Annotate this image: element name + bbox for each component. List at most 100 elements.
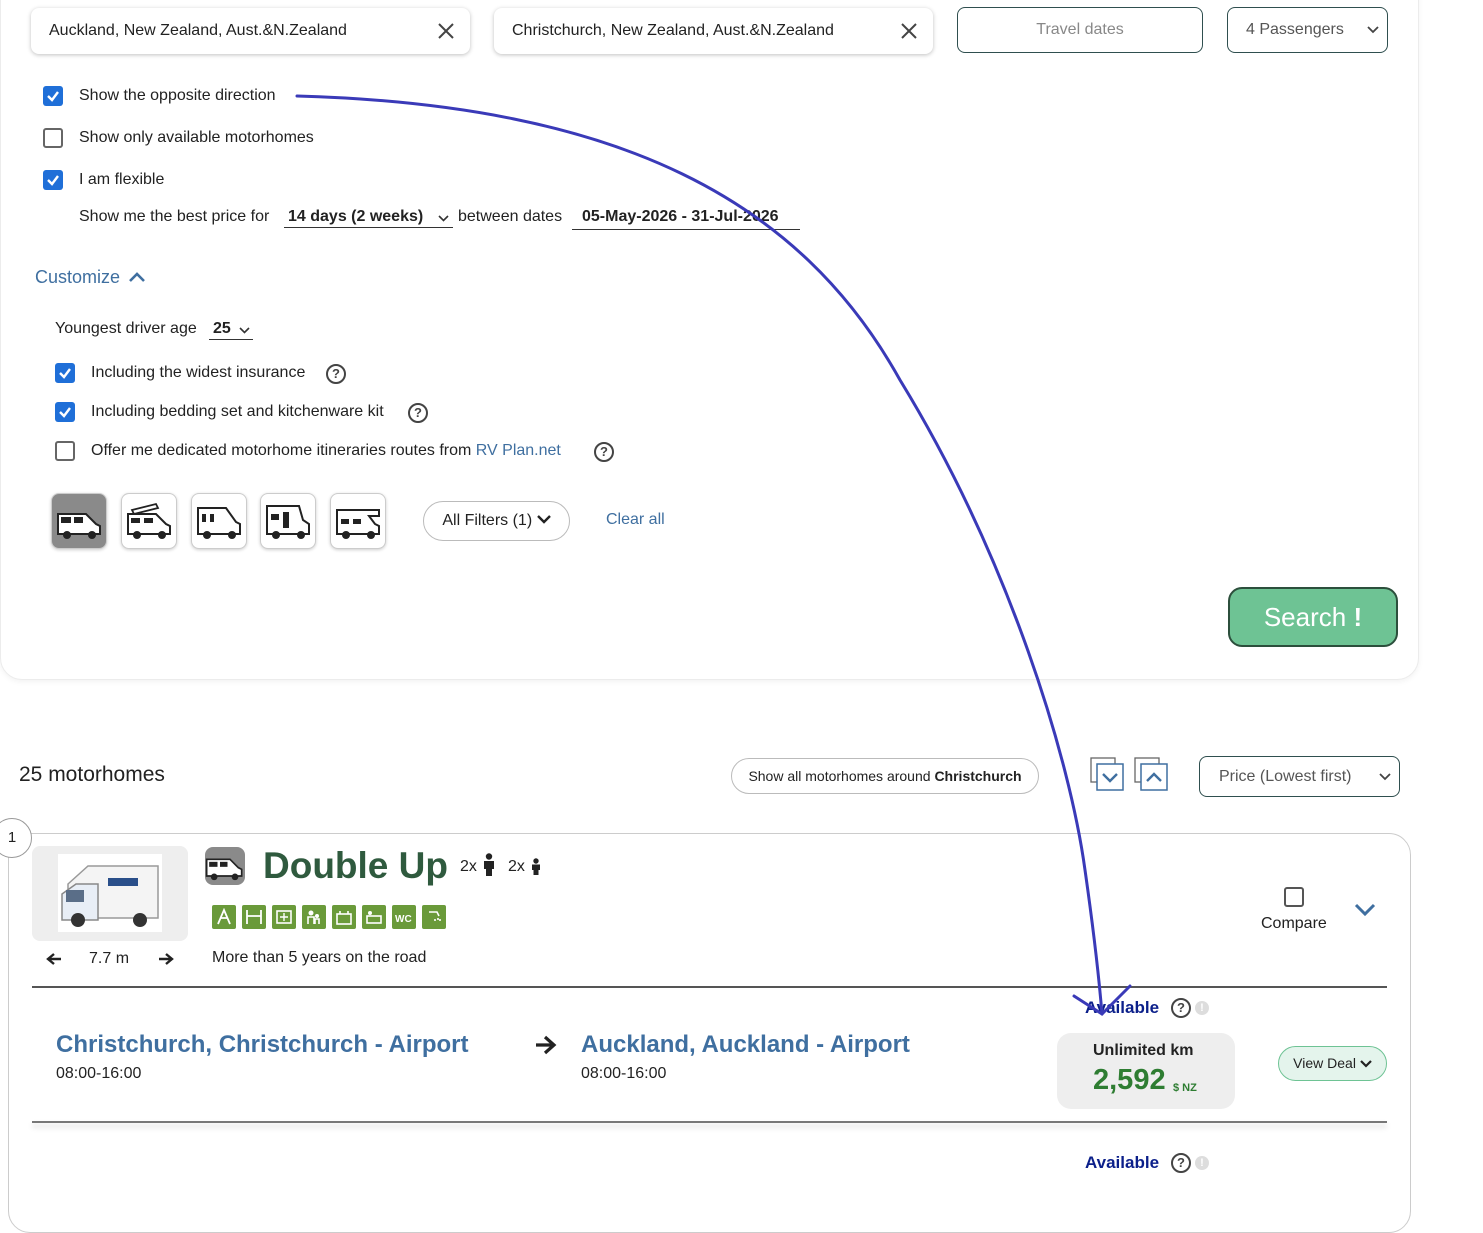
card-divider [32, 1121, 1387, 1123]
availability-label: Available [1085, 998, 1160, 1017]
route-arrow-icon [536, 1035, 557, 1055]
toilet-amenity-icon: WC [392, 905, 416, 929]
dropoff-hours: 08:00-16:00 [581, 1065, 667, 1082]
vehicle-type-motorhome-button[interactable] [260, 493, 316, 549]
rank-number: 1 [7, 829, 17, 846]
chevron-down-icon [1360, 1060, 1372, 1068]
hitop-camper-icon [197, 507, 241, 539]
help-icon[interactable]: ? [408, 403, 428, 423]
sort-select[interactable]: Price (Lowest first) [1199, 756, 1400, 797]
clear-pickup-icon[interactable] [436, 21, 456, 41]
view-deal-label: View Deal [1293, 1055, 1356, 1071]
price-box[interactable]: Unlimited km 2,592 $ NZ [1057, 1033, 1235, 1109]
previous-photo-icon[interactable] [46, 952, 62, 966]
show-around-city: Christchurch [934, 768, 1022, 784]
view-deal-button[interactable]: View Deal [1278, 1046, 1387, 1081]
customize-label: Customize [35, 267, 121, 287]
chevron-up-icon [129, 272, 145, 282]
passengers-select[interactable]: 4 Passengers [1227, 7, 1388, 53]
motorhome-photo-icon [61, 865, 159, 927]
collapse-all-icon [1134, 757, 1168, 791]
itineraries-checkbox[interactable] [55, 441, 75, 461]
flexible-checkbox[interactable] [43, 170, 63, 190]
passengers-value: 4 Passengers [1246, 21, 1344, 38]
dropoff-location-input[interactable]: Christchurch, New Zealand, Aust.&N.Zeala… [494, 8, 933, 54]
expand-all-button[interactable] [1090, 757, 1124, 791]
info-icon[interactable]: ! [1195, 1001, 1209, 1015]
check-icon [59, 407, 71, 418]
seating-amenity-icon [272, 905, 296, 929]
clear-all-link[interactable]: Clear all [606, 511, 665, 529]
sort-value: Price (Lowest first) [1219, 768, 1352, 785]
campervan-icon [205, 858, 243, 881]
card-divider [32, 986, 1387, 988]
check-icon [59, 368, 71, 379]
availability-help-icon[interactable]: ? [1171, 998, 1191, 1018]
expand-card-chevron-icon[interactable] [1354, 903, 1376, 917]
duration-select[interactable]: 14 days (2 weeks) [284, 208, 453, 228]
children-count: 2x [508, 858, 525, 875]
date-range-input[interactable]: 05-May-2026 - 31-Jul-2026 [572, 208, 800, 230]
date-range-value: 05-May-2026 - 31-Jul-2026 [582, 208, 779, 225]
alcove-motorhome-icon [336, 509, 380, 539]
help-icon[interactable]: ? [326, 364, 346, 384]
rv-plan-link[interactable]: RV Plan.net [476, 442, 561, 459]
only-available-checkbox[interactable] [43, 128, 63, 148]
driver-age-value: 25 [213, 320, 231, 337]
search-button[interactable]: Search ! [1228, 587, 1398, 647]
travel-dates-input[interactable]: Travel dates [957, 7, 1203, 53]
adult-person-icon [484, 853, 494, 876]
vehicle-image-frame[interactable] [32, 846, 188, 941]
travel-dates-placeholder: Travel dates [1036, 21, 1124, 38]
compare-label: Compare [1261, 915, 1327, 932]
vehicle-name: Double Up [263, 845, 448, 886]
vehicle-type-badge [205, 847, 245, 885]
family-amenity-icon [302, 905, 326, 929]
vehicle-type-hitop-button[interactable] [191, 493, 247, 549]
next-photo-icon[interactable] [158, 952, 174, 966]
svg-text:WC: WC [395, 914, 412, 925]
best-price-label: Show me the best price for [79, 208, 270, 225]
bedding-kit-checkbox[interactable] [55, 402, 75, 422]
manual-transmission-amenity-icon [242, 905, 266, 929]
bedding-amenity-icon [362, 905, 386, 929]
chevron-down-icon [239, 327, 250, 334]
vehicle-length: 7.7 m [89, 950, 130, 967]
search-button-label: Search [1263, 602, 1347, 632]
availability-help-icon[interactable]: ? [1171, 1153, 1191, 1173]
customize-toggle[interactable]: Customize [35, 267, 145, 288]
flexible-label: I am flexible [79, 171, 165, 188]
vehicle-type-alcove-button[interactable] [330, 493, 386, 549]
collapse-all-button[interactable] [1134, 757, 1168, 791]
dropoff-place[interactable]: Auckland, Auckland - Airport [581, 1031, 910, 1059]
chevron-down-icon [536, 515, 551, 524]
dropoff-location-value: Christchurch, New Zealand, Aust.&N.Zeala… [512, 22, 834, 39]
adults-count: 2x [460, 858, 477, 875]
chevron-down-icon [1367, 26, 1379, 34]
help-icon[interactable]: ? [594, 442, 614, 462]
vehicle-type-poptop-button[interactable] [121, 493, 177, 549]
chevron-down-icon [438, 215, 449, 222]
vehicle-type-campervan-button[interactable] [51, 493, 107, 549]
pickup-place[interactable]: Christchurch, Christchurch - Airport [56, 1031, 468, 1059]
price-value: 2,592 [1093, 1064, 1166, 1096]
motorhome-icon [266, 505, 310, 539]
bedding-kit-label: Including bedding set and kitchenware ki… [91, 403, 384, 420]
pickup-location-input[interactable]: Auckland, New Zealand, Aust.&N.Zealand [31, 8, 470, 54]
price-currency: $ NZ [1173, 1082, 1197, 1094]
clear-dropoff-icon[interactable] [899, 21, 919, 41]
check-icon [47, 91, 59, 102]
show-around-button[interactable]: Show all motorhomes around Christchurch [731, 758, 1039, 794]
pickup-hours: 08:00-16:00 [56, 1065, 142, 1082]
compare-checkbox[interactable] [1284, 887, 1304, 907]
kitchen-amenity-icon [332, 905, 356, 929]
duration-value: 14 days (2 weeks) [288, 208, 424, 225]
widest-insurance-checkbox[interactable] [55, 363, 75, 383]
driver-age-select[interactable]: 25 [209, 320, 253, 340]
child-person-icon [532, 858, 540, 875]
info-icon[interactable]: ! [1195, 1156, 1209, 1170]
show-around-label: Show all motorhomes around [748, 768, 931, 784]
poptop-camper-icon [127, 502, 171, 539]
opposite-direction-checkbox[interactable] [43, 86, 63, 106]
all-filters-button[interactable]: All Filters (1) [423, 501, 570, 541]
